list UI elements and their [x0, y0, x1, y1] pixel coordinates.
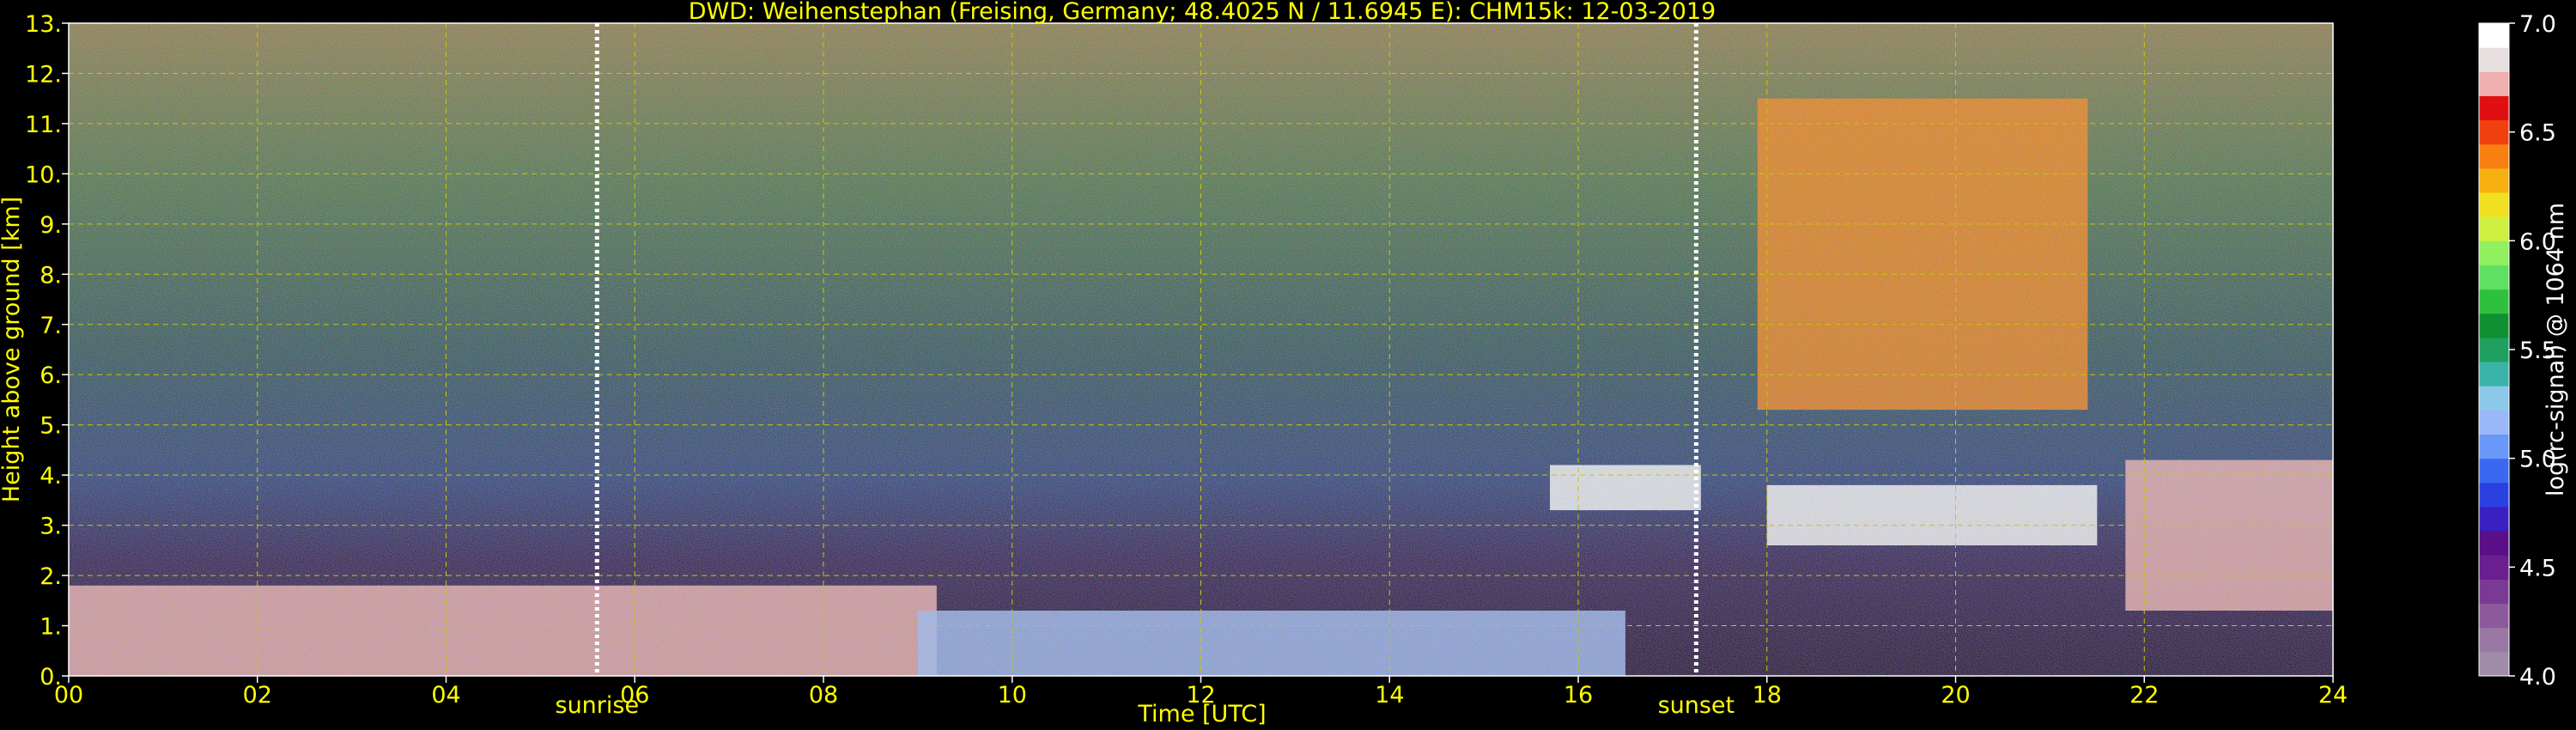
colorbar-segment — [2479, 289, 2509, 314]
y-tick-label: 13. — [25, 11, 62, 38]
y-tick-label: 5. — [39, 413, 62, 440]
x-tick-label: 16 — [1564, 682, 1593, 709]
ceilometer-chart: 0.1.2.3.4.5.6.7.8.9.10.11.12.13. 00 02 04 0… — [0, 0, 2569, 727]
colorbar-segment — [2479, 23, 2509, 48]
sunrise-label: sunrise — [556, 692, 640, 719]
colorbar-tick-label: 4.0 — [2519, 664, 2556, 690]
colorbar-segment — [2479, 579, 2509, 605]
y-tick-label: 2. — [39, 563, 62, 590]
colorbar-segment — [2479, 265, 2509, 290]
colorbar-segment — [2479, 337, 2509, 362]
sunset-label: sunset — [1658, 692, 1735, 719]
y-tick-label: 4. — [39, 463, 62, 490]
colorbar-segment — [2479, 71, 2509, 96]
y-tick-label: 12. — [25, 61, 62, 88]
y-tick-label: 9. — [39, 212, 62, 239]
x-axis-label: Time [UTC] — [1137, 701, 1266, 727]
colorbar-segment — [2479, 482, 2509, 508]
colorbar-segment — [2479, 240, 2509, 265]
colorbar-segment — [2479, 651, 2509, 677]
y-tick-label: 1. — [39, 614, 62, 641]
colorbar-segment — [2479, 386, 2509, 411]
colorbar-segment — [2479, 119, 2509, 145]
x-tick-label: 24 — [2318, 682, 2348, 709]
colorbar-segment — [2479, 362, 2509, 386]
y-tick-label: 7. — [39, 313, 62, 339]
x-tick-label: 00 — [54, 682, 83, 709]
x-tick-label: 10 — [998, 682, 1027, 709]
y-axis: 0.1.2.3.4.5.6.7.8.9.10.11.12.13. — [25, 11, 69, 690]
colorbar-segment — [2479, 627, 2509, 653]
y-tick-label: 10. — [25, 161, 62, 188]
colorbar — [2478, 22, 2510, 677]
colorbar-segment — [2479, 47, 2509, 72]
colorbar-segment — [2479, 434, 2509, 459]
colorbar-segment — [2479, 603, 2509, 629]
colorbar-segment — [2479, 192, 2509, 217]
colorbar-segment — [2479, 167, 2509, 193]
colorbar-segment — [2479, 143, 2509, 169]
y-tick-label: 8. — [39, 262, 62, 289]
colorbar-segment — [2479, 313, 2509, 338]
colorbar-tick-label: 7.0 — [2519, 11, 2556, 38]
x-tick-label: 04 — [431, 682, 460, 709]
y-tick-label: 11. — [25, 112, 62, 138]
x-tick-label: 08 — [809, 682, 838, 709]
colorbar-segment — [2479, 506, 2509, 532]
colorbar-tick-label: 4.5 — [2519, 555, 2556, 581]
y-axis-label: Height above ground [km] — [0, 197, 25, 502]
y-tick-label: 3. — [39, 514, 62, 540]
colorbar-tick-label: 6.5 — [2519, 120, 2556, 147]
colorbar-segment — [2479, 555, 2509, 580]
x-tick-label: 20 — [1941, 682, 1970, 709]
colorbar-segment — [2479, 458, 2509, 484]
x-tick-label: 22 — [2129, 682, 2159, 709]
colorbar-segment — [2479, 410, 2509, 435]
y-tick-label: 6. — [39, 362, 62, 389]
colorbar-segment — [2479, 216, 2509, 241]
x-tick-label: 18 — [1753, 682, 1782, 709]
colorbar-segment — [2479, 531, 2509, 556]
x-tick-label: 02 — [243, 682, 272, 709]
colorbar-segment — [2479, 95, 2509, 121]
colorbar-label: log(rc-signal) @ 1064 nm — [2543, 203, 2569, 496]
x-tick-label: 14 — [1375, 682, 1404, 709]
chart-title: DWD: Weihenstephan (Freising, Germany; 4… — [689, 0, 1716, 25]
